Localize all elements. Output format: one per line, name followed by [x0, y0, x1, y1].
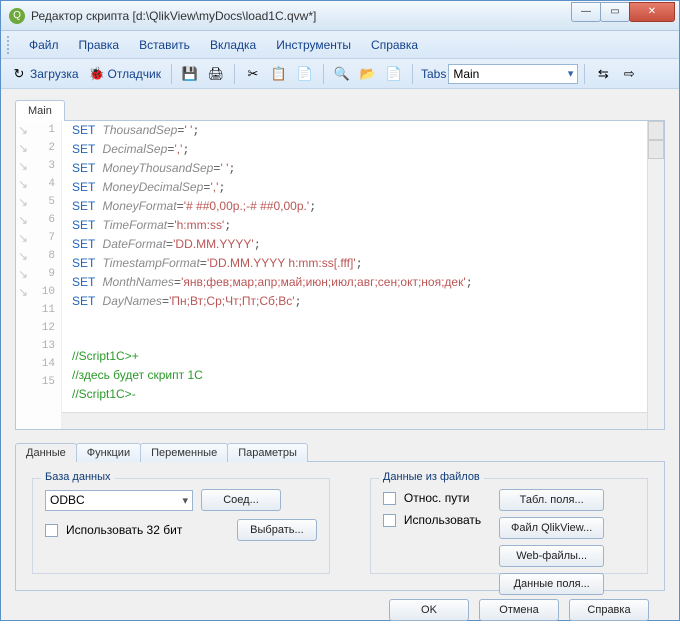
menu-edit[interactable]: Правка: [69, 34, 130, 56]
demote-icon: ⇨: [621, 66, 637, 82]
qlikview-file-button[interactable]: Файл QlikView...: [499, 517, 604, 539]
field-data-button[interactable]: Данные поля...: [499, 573, 604, 595]
tabs-label: Tabs: [421, 67, 446, 81]
database-group: База данных ODBC Соед... Использовать 32…: [32, 478, 330, 574]
title-bar[interactable]: Q Редактор скрипта [d:\QlikView\myDocs\l…: [1, 1, 679, 31]
connect-button[interactable]: Соед...: [201, 489, 281, 511]
menu-tab[interactable]: Вкладка: [200, 34, 266, 56]
copy-icon: 📋: [271, 66, 287, 82]
menu-insert[interactable]: Вставить: [129, 34, 200, 56]
cancel-button[interactable]: Отмена: [479, 599, 559, 621]
help-button[interactable]: Справка: [569, 599, 649, 621]
bug-icon: 🐞: [89, 66, 105, 82]
toolbar-separator: [323, 64, 324, 84]
promote-icon: ⇆: [595, 66, 611, 82]
script-editor[interactable]: ↘1↘2↘3↘4↘5↘6↘7↘8↘9↘101112131415 SET Thou…: [15, 120, 665, 430]
files-legend: Данные из файлов: [379, 471, 484, 483]
menu-tools[interactable]: Инструменты: [266, 34, 361, 56]
maximize-button[interactable]: ▭: [600, 2, 630, 22]
toolbar-separator: [412, 64, 413, 84]
tab-demote-button[interactable]: ⇨: [617, 64, 641, 84]
copy-button[interactable]: 📋: [267, 64, 291, 84]
vertical-scrollbar[interactable]: [647, 121, 664, 429]
minimize-button[interactable]: —: [571, 2, 601, 22]
tab-parameters[interactable]: Параметры: [227, 443, 308, 462]
use-ftp-label: Использовать: [404, 513, 481, 527]
editor-gutter: ↘1↘2↘3↘4↘5↘6↘7↘8↘9↘101112131415: [16, 121, 62, 429]
save-icon: 💾: [182, 66, 198, 82]
script-editor-window: Q Редактор скрипта [d:\QlikView\myDocs\l…: [0, 0, 680, 621]
web-files-button[interactable]: Web-файлы...: [499, 545, 604, 567]
editor-code-area[interactable]: SET ThousandSep=' '; SET DecimalSep=',';…: [62, 121, 664, 429]
horizontal-scrollbar[interactable]: [62, 412, 647, 429]
reload-icon: ↻: [11, 66, 27, 82]
use-32bit-label: Использовать 32 бит: [66, 523, 182, 537]
toolbar-separator: [234, 64, 235, 84]
paste-button[interactable]: 📄: [293, 64, 317, 84]
save-button[interactable]: 💾: [178, 64, 202, 84]
use-ftp-checkbox[interactable]: [383, 514, 396, 527]
cut-button[interactable]: ✂: [241, 64, 265, 84]
select-button[interactable]: Выбрать...: [237, 519, 317, 541]
menu-bar: Файл Правка Вставить Вкладка Инструменты…: [1, 31, 679, 59]
relative-paths-label: Относ. пути: [404, 491, 470, 505]
debugger-button[interactable]: 🐞 Отладчик: [85, 64, 165, 84]
toolbar-separator: [584, 64, 585, 84]
menu-file[interactable]: Файл: [19, 34, 69, 56]
relative-paths-checkbox[interactable]: [383, 492, 396, 505]
toolbar-separator: [171, 64, 172, 84]
tabs-select[interactable]: Main: [448, 64, 578, 84]
search-button[interactable]: 🔍: [330, 64, 354, 84]
folder-icon: 📂: [360, 66, 376, 82]
paste-icon: 📄: [297, 66, 313, 82]
table-fields-button[interactable]: Табл. поля...: [499, 489, 604, 511]
window-title: Редактор скрипта [d:\QlikView\myDocs\loa…: [31, 9, 572, 23]
cut-icon: ✂: [245, 66, 261, 82]
use-32bit-checkbox[interactable]: [45, 524, 58, 537]
ok-button[interactable]: OK: [389, 599, 469, 621]
app-icon: Q: [9, 8, 25, 24]
close-button[interactable]: ✕: [629, 2, 675, 22]
menu-help[interactable]: Справка: [361, 34, 428, 56]
insert-file-button[interactable]: 📄: [382, 64, 406, 84]
menu-handle-icon: [7, 36, 13, 54]
file-icon: 📄: [386, 66, 402, 82]
db-source-select[interactable]: ODBC: [45, 490, 193, 511]
open-button[interactable]: 📂: [356, 64, 380, 84]
editor-tab-main[interactable]: Main: [15, 100, 65, 121]
tab-promote-button[interactable]: ⇆: [591, 64, 615, 84]
tab-data[interactable]: Данные: [15, 443, 77, 462]
tab-variables[interactable]: Переменные: [140, 443, 228, 462]
database-legend: База данных: [41, 471, 115, 483]
search-icon: 🔍: [334, 66, 350, 82]
tab-functions[interactable]: Функции: [76, 443, 141, 462]
reload-button[interactable]: ↻ Загрузка: [7, 64, 83, 84]
print-button[interactable]: 🖨: [204, 64, 228, 84]
print-icon: 🖨: [208, 66, 224, 82]
files-group: Данные из файлов Относ. пути Использоват…: [370, 478, 648, 574]
bottom-panel: Данные Функции Переменные Параметры База…: [15, 442, 665, 591]
toolbar: ↻ Загрузка 🐞 Отладчик 💾 🖨 ✂ 📋 📄 🔍 📂 📄 Ta…: [1, 59, 679, 89]
